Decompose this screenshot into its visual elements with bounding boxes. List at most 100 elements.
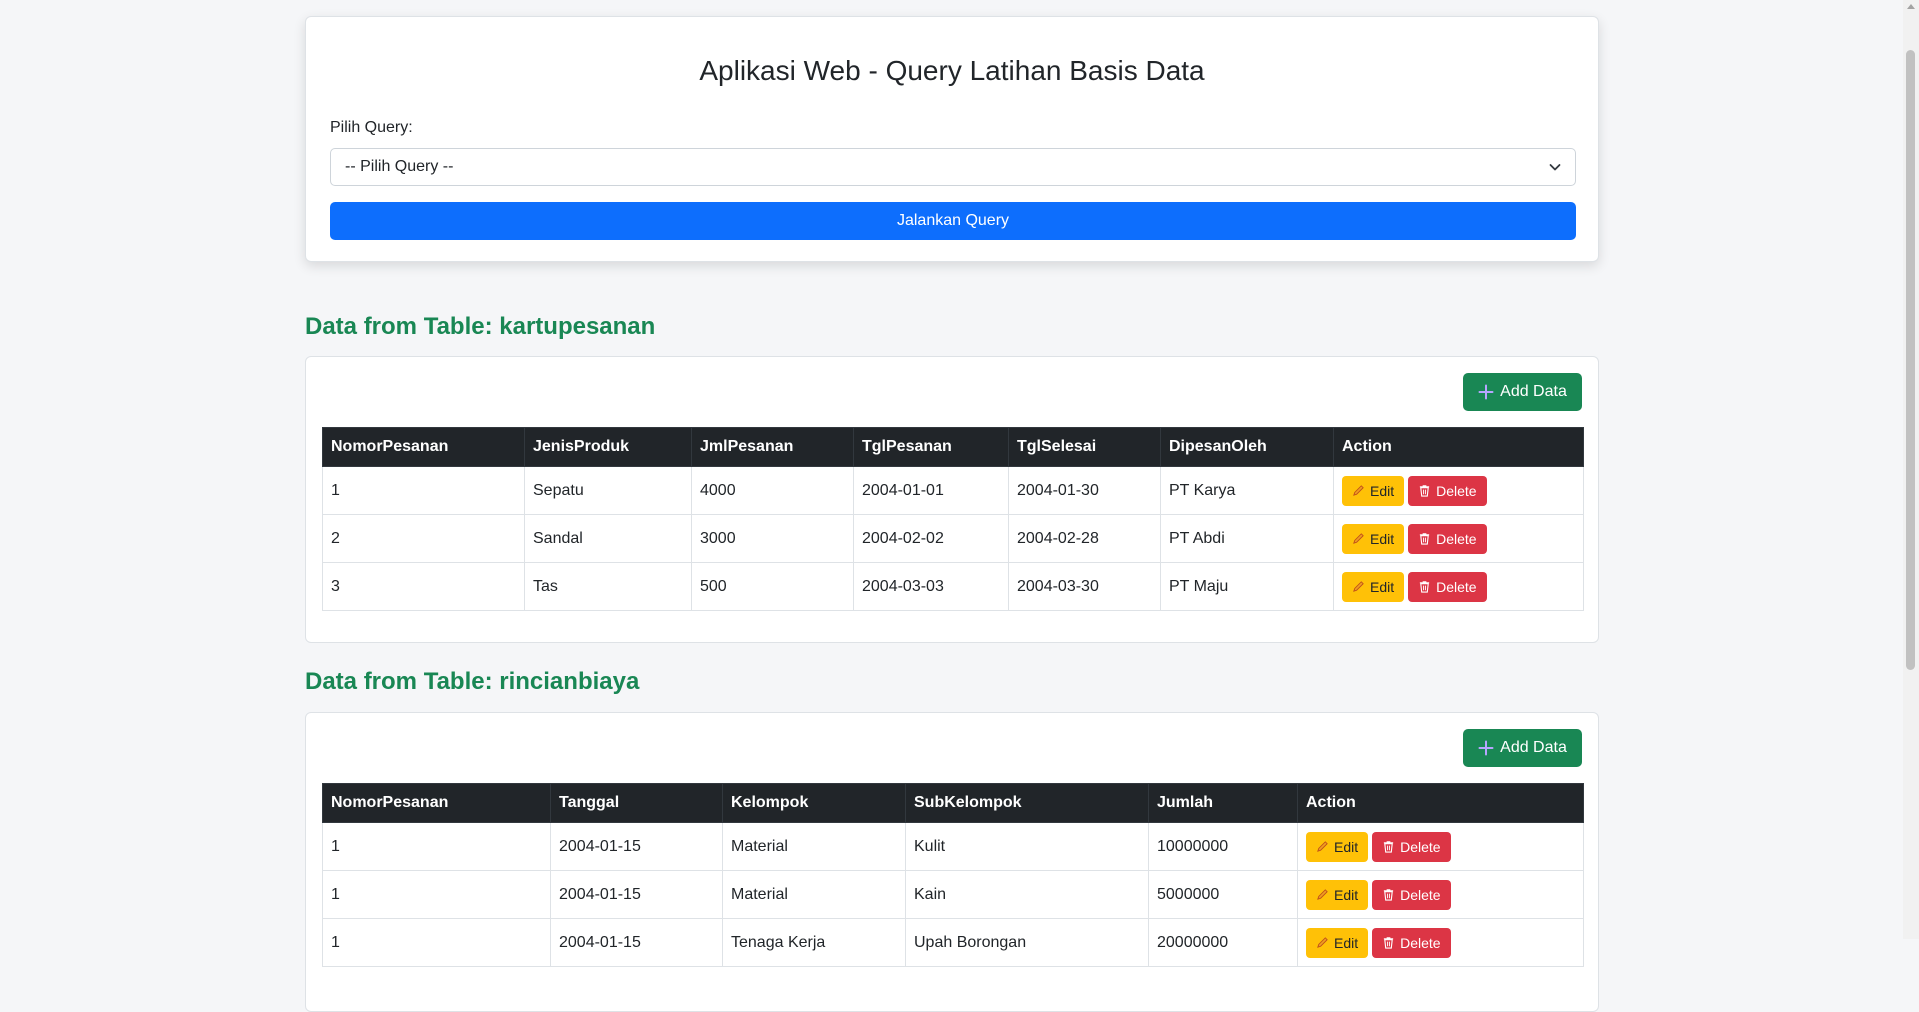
column-header: Tanggal	[550, 783, 723, 823]
trash-icon	[1383, 889, 1394, 901]
scroll-up-arrow-icon[interactable]	[1907, 4, 1915, 9]
table-cell: 2004-01-30	[1008, 466, 1161, 515]
column-header: Kelompok	[722, 783, 906, 823]
action-cell: Edit Delete	[1297, 870, 1584, 919]
table-row: 1 2004-01-15 Material Kain 5000000 Edit D…	[322, 870, 1584, 919]
table-cell: 4000	[691, 466, 854, 515]
table-cell: 20000000	[1148, 918, 1298, 967]
edit-button[interactable]: Edit	[1342, 523, 1405, 554]
edit-button[interactable]: Edit	[1342, 571, 1405, 602]
delete-button[interactable]: Delete	[1408, 571, 1487, 602]
run-query-button[interactable]: Jalankan Query	[330, 202, 1576, 240]
table-card-kartupesanan: Add Data NomorPesanan JenisProduk JmlPes…	[305, 356, 1599, 643]
section-title-kartupesanan: Data from Table: kartupesanan	[305, 313, 656, 340]
table-cell: Material	[722, 822, 906, 871]
action-cell: Edit Delete	[1333, 514, 1584, 563]
plus-icon	[1478, 384, 1494, 400]
table-cell: Upah Borongan	[905, 918, 1149, 967]
plus-icon	[1478, 740, 1494, 756]
column-header: TglPesanan	[853, 427, 1009, 467]
table-cell: 2004-01-15	[550, 822, 723, 871]
table-cell: 1	[322, 918, 551, 967]
data-table-rincianbiaya: NomorPesanan Tanggal Kelompok SubKelompo…	[322, 783, 1584, 967]
table-cell: Tas	[524, 562, 692, 611]
table-cell: 2004-03-03	[853, 562, 1009, 611]
delete-button[interactable]: Delete	[1372, 831, 1451, 862]
table-cell: 1	[322, 466, 525, 515]
edit-label: Edit	[1370, 530, 1395, 547]
table-cell: 10000000	[1148, 822, 1298, 871]
column-header: Action	[1297, 783, 1584, 823]
delete-label: Delete	[1436, 530, 1477, 547]
edit-label: Edit	[1334, 838, 1359, 855]
edit-label: Edit	[1370, 482, 1395, 499]
table-cell: Sandal	[524, 514, 692, 563]
delete-label: Delete	[1436, 578, 1477, 595]
page-title: Aplikasi Web - Query Latihan Basis Data	[699, 55, 1205, 86]
table-cell: 1	[322, 822, 551, 871]
table-header-row: NomorPesanan Tanggal Kelompok SubKelompo…	[322, 783, 1584, 823]
table-cell: 2004-01-15	[550, 918, 723, 967]
delete-button[interactable]: Delete	[1372, 879, 1451, 910]
pencil-icon	[1353, 533, 1364, 544]
edit-label: Edit	[1334, 934, 1359, 951]
column-header: Jumlah	[1148, 783, 1298, 823]
table-cell: Kain	[905, 870, 1149, 919]
table-cell: 2004-03-30	[1008, 562, 1161, 611]
table-cell: 2004-01-01	[853, 466, 1009, 515]
add-data-label: Add Data	[1500, 383, 1567, 400]
add-data-button[interactable]: Add Data	[1463, 373, 1582, 411]
edit-button[interactable]: Edit	[1342, 475, 1405, 506]
table-cell: Material	[722, 870, 906, 919]
table-cell: 2004-02-02	[853, 514, 1009, 563]
table-cell: PT Karya	[1160, 466, 1334, 515]
pencil-icon	[1353, 581, 1364, 592]
table-cell: Sepatu	[524, 466, 692, 515]
edit-button[interactable]: Edit	[1306, 927, 1369, 958]
pencil-icon	[1317, 937, 1328, 948]
query-select[interactable]: -- Pilih Query --	[330, 148, 1576, 186]
query-select-label: Pilih Query:	[330, 119, 413, 136]
table-cell: PT Maju	[1160, 562, 1334, 611]
delete-button[interactable]: Delete	[1372, 927, 1451, 958]
table-cell: 3000	[691, 514, 854, 563]
delete-label: Delete	[1400, 886, 1441, 903]
vertical-scrollbar[interactable]	[1903, 0, 1919, 939]
trash-icon	[1419, 485, 1430, 497]
pencil-icon	[1317, 841, 1328, 852]
table-card-rincianbiaya: Add Data NomorPesanan Tanggal Kelompok S…	[305, 712, 1599, 1012]
pencil-icon	[1317, 889, 1328, 900]
table-cell: 500	[691, 562, 854, 611]
add-data-button[interactable]: Add Data	[1463, 729, 1582, 767]
table-cell: 3	[322, 562, 525, 611]
table-cell: Tenaga Kerja	[722, 918, 906, 967]
column-header: DipesanOleh	[1160, 427, 1334, 467]
query-select-value: -- Pilih Query --	[345, 158, 454, 175]
table-cell: 1	[322, 870, 551, 919]
trash-icon	[1383, 841, 1394, 853]
table-row: 1 2004-01-15 Tenaga Kerja Upah Borongan …	[322, 918, 1584, 967]
delete-label: Delete	[1400, 838, 1441, 855]
column-header: SubKelompok	[905, 783, 1149, 823]
chevron-down-icon	[1549, 164, 1561, 171]
table-cell: 2004-01-15	[550, 870, 723, 919]
delete-button[interactable]: Delete	[1408, 523, 1487, 554]
column-header: TglSelesai	[1008, 427, 1161, 467]
table-cell: 2004-02-28	[1008, 514, 1161, 563]
column-header: Action	[1333, 427, 1584, 467]
action-cell: Edit Delete	[1333, 466, 1584, 515]
table-row: 3 Tas 500 2004-03-03 2004-03-30 PT Maju …	[322, 562, 1584, 611]
column-header: NomorPesanan	[322, 427, 525, 467]
edit-button[interactable]: Edit	[1306, 831, 1369, 862]
table-cell: 2	[322, 514, 525, 563]
edit-button[interactable]: Edit	[1306, 879, 1369, 910]
action-cell: Edit Delete	[1297, 918, 1584, 967]
scrollbar-thumb[interactable]	[1906, 50, 1915, 670]
query-card: Aplikasi Web - Query Latihan Basis Data …	[305, 16, 1599, 262]
table-cell: 5000000	[1148, 870, 1298, 919]
trash-icon	[1383, 937, 1394, 949]
delete-label: Delete	[1436, 482, 1477, 499]
edit-label: Edit	[1334, 886, 1359, 903]
delete-button[interactable]: Delete	[1408, 475, 1487, 506]
table-cell: Kulit	[905, 822, 1149, 871]
